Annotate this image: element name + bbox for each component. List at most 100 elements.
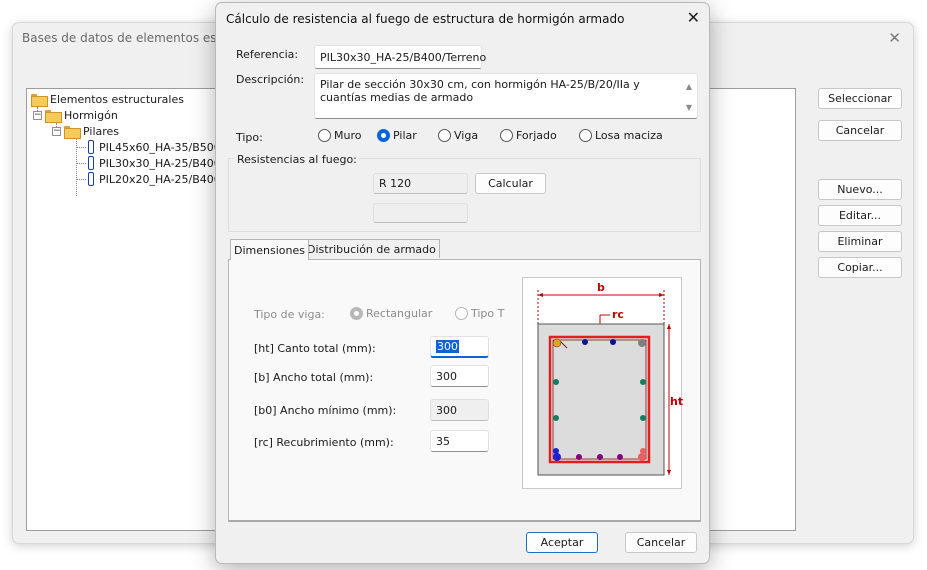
new-button[interactable]: Nuevo... (818, 179, 902, 200)
tab-dimensiones[interactable]: Dimensiones (230, 239, 309, 260)
dialog-cancel-button[interactable]: Cancelar (625, 532, 697, 553)
rebar (597, 454, 603, 460)
beam-type-t[interactable]: Tipo T (455, 307, 504, 320)
radio-label: Pilar (393, 129, 417, 142)
tree-connector (76, 163, 86, 164)
type-radio-losa-maciza[interactable]: Losa maciza (579, 129, 663, 142)
rebar (553, 415, 559, 421)
folder-icon (45, 109, 62, 123)
tree-node-label: Hormigón (64, 108, 118, 122)
tab-distribucion-armado[interactable]: Distribución de armado (303, 239, 440, 258)
select-button[interactable]: Seleccionar (818, 88, 902, 109)
min-width-input: 300 (430, 399, 489, 421)
radio-circle (377, 129, 390, 142)
radio-label: Muro (334, 129, 362, 142)
collapse-icon[interactable]: − (33, 110, 42, 120)
dialog-title: Cálculo de resistencia al fuego de estru… (226, 12, 625, 26)
description-field[interactable]: Pilar de sección 30x30 cm, con hormigón … (314, 73, 698, 119)
rebar-corner (552, 338, 562, 348)
column-icon (88, 156, 94, 170)
radio-circle (318, 129, 331, 142)
scroll-up-icon[interactable]: ▲ (686, 80, 692, 93)
folder-icon (64, 125, 81, 139)
height-input[interactable]: 300 (430, 336, 489, 358)
fire-resistance-value: R 120 (379, 177, 412, 190)
rebar-corner (638, 339, 646, 347)
scroll-down-icon[interactable]: ▼ (686, 101, 692, 114)
radio-label: Viga (454, 129, 479, 142)
radio-circle (455, 307, 468, 320)
arrow-up (667, 324, 671, 329)
rebar (640, 448, 646, 454)
width-input[interactable]: 300 (430, 365, 489, 387)
copy-button[interactable]: Copiar... (818, 257, 902, 278)
tab-label: Distribución de armado (307, 242, 436, 256)
rebar-corner (553, 453, 561, 461)
fire-resistance-label: Resistencias al fuego: (235, 153, 359, 166)
ok-button[interactable]: Aceptar (526, 532, 598, 553)
rebar-corner (638, 453, 646, 461)
label-b: b (597, 281, 605, 294)
arrow-left (538, 293, 543, 297)
reference-field[interactable]: PIL30x30_HA-25/B400/Terreno (314, 45, 486, 69)
rebar (640, 415, 646, 421)
tree-item[interactable]: PIL45x60_HA-35/B500 (88, 139, 221, 155)
folder-icon (31, 93, 48, 107)
collapse-icon[interactable]: − (52, 126, 61, 136)
type-radio-pilar[interactable]: Pilar (377, 129, 417, 142)
cover-label: [rc] Recubrimiento (mm): (254, 436, 394, 449)
type-radio-viga[interactable]: Viga (438, 129, 478, 142)
rebar (610, 339, 616, 345)
rebar (640, 379, 646, 385)
radio-label: Forjado (516, 129, 557, 142)
tree-item[interactable]: PIL20x20_HA-25/B400 (88, 171, 221, 187)
type-radio-muro[interactable]: Muro (318, 129, 361, 142)
radio-label: Rectangular (366, 307, 433, 320)
edit-button[interactable]: Editar... (818, 205, 902, 226)
rebar (576, 454, 582, 460)
fire-resistance-select[interactable]: R 120 (373, 173, 468, 194)
min-width-label: [b0] Ancho mínimo (mm): (254, 404, 397, 417)
width-value: 300 (436, 369, 457, 383)
section-diagram: b rc ht (522, 277, 683, 489)
label-rc: rc (612, 308, 624, 321)
min-width-value: 300 (436, 403, 457, 417)
type-radio-forjado[interactable]: Forjado (500, 129, 557, 142)
tree-node-root[interactable]: Elementos estructurales (31, 91, 184, 107)
reference-label: Referencia: (236, 48, 299, 61)
label-ht: ht (670, 395, 683, 408)
radio-circle (500, 129, 513, 142)
type-label: Tipo: (236, 131, 263, 144)
radio-circle (438, 129, 451, 142)
tree-node-label: Pilares (83, 124, 120, 138)
radio-circle (350, 307, 363, 320)
fire-resistance-dialog: Cálculo de resistencia al fuego de estru… (215, 2, 710, 564)
cover-value: 35 (436, 434, 450, 448)
height-value: 300 (436, 340, 459, 353)
height-label: [ht] Canto total (mm): (254, 342, 376, 355)
rebar (582, 339, 588, 345)
arrow-right (659, 293, 664, 297)
beam-type-rectangular[interactable]: Rectangular (350, 307, 432, 320)
description-value: Pilar de sección 30x30 cm, con hormigón … (320, 78, 640, 104)
radio-label: Tipo T (471, 307, 505, 320)
radio-label: Losa maciza (595, 129, 663, 142)
column-icon (88, 140, 94, 154)
delete-button[interactable]: Eliminar (818, 231, 902, 252)
radio-circle (579, 129, 592, 142)
cover-input[interactable]: 35 (430, 430, 489, 452)
tree-item[interactable]: PIL30x30_HA-25/B400 (88, 155, 221, 171)
close-icon[interactable]: ✕ (687, 8, 700, 27)
fire-resistance-result (373, 203, 468, 223)
arrow-down (667, 470, 671, 475)
calculate-button[interactable]: Calcular (475, 173, 546, 194)
tab-label: Dimensiones (234, 243, 305, 257)
tree-node-pilares[interactable]: − Pilares (52, 123, 119, 139)
tree-node-hormigon[interactable]: − Hormigón (33, 107, 118, 123)
reference-value: PIL30x30_HA-25/B400/Terreno (320, 50, 487, 64)
cancel-button[interactable]: Cancelar (818, 120, 902, 141)
tree-item-label: PIL20x20_HA-25/B400 (99, 172, 221, 186)
beam-type-label: Tipo de viga: (254, 308, 325, 321)
close-icon[interactable]: ✕ (888, 29, 901, 47)
tree-connector (76, 179, 86, 180)
